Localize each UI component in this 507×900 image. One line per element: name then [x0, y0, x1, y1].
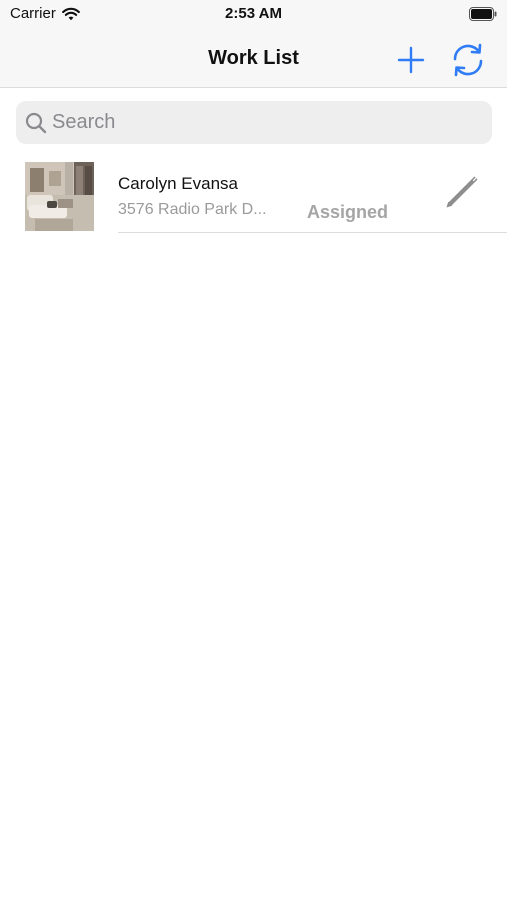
navigation-bar: Work List — [0, 32, 507, 88]
row-divider — [118, 232, 507, 233]
item-address: 3576 Radio Park D... — [118, 201, 267, 218]
room-thumbnail — [25, 162, 94, 231]
pencil-icon — [446, 176, 478, 208]
item-name: Carolyn Evansa — [118, 174, 239, 193]
add-button[interactable] — [393, 42, 429, 78]
plus-icon — [397, 46, 425, 74]
refresh-icon — [453, 43, 483, 77]
edit-button[interactable] — [444, 172, 482, 210]
search-bar[interactable] — [16, 101, 492, 144]
status-time: 2:53 AM — [225, 5, 282, 22]
work-list-screen: Carrier 2:53 AM Work List Search Carolyn… — [0, 0, 507, 900]
status-badge: Assigned — [307, 202, 389, 222]
status-bar: Carrier 2:53 AM — [0, 0, 507, 32]
list-item[interactable]: Carolyn Evansa 3576 Radio Park D... Assi… — [0, 156, 507, 234]
refresh-button[interactable] — [450, 42, 486, 78]
battery-icon — [469, 7, 497, 21]
search-icon — [25, 112, 47, 133]
page-title: Work List — [208, 47, 299, 69]
room-photo — [25, 162, 94, 231]
search-input[interactable] — [52, 111, 472, 134]
